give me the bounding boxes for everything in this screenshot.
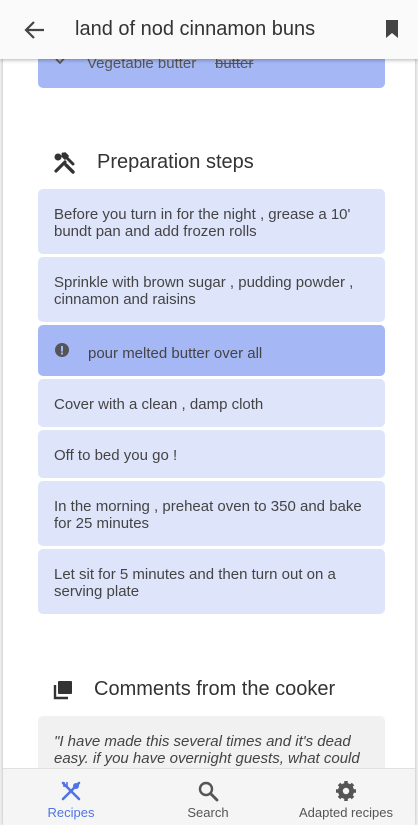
preparation-heading-text: Preparation steps bbox=[97, 151, 254, 173]
tools-icon bbox=[54, 151, 75, 174]
utensils-icon bbox=[61, 781, 81, 801]
step-6-text: In the morning , preheat oven to 350 and… bbox=[54, 498, 362, 532]
step-5[interactable]: Off to bed you go ! bbox=[38, 430, 385, 478]
step-1[interactable]: Before you turn in for the night , greas… bbox=[38, 189, 385, 254]
nav-adapted-recipes[interactable]: Adapted recipes bbox=[277, 769, 415, 825]
recipe-card: Vegetable butter butter Preparation step… bbox=[3, 0, 415, 825]
gear-icon bbox=[336, 781, 356, 801]
comments-icon bbox=[53, 680, 72, 699]
alert-icon bbox=[55, 343, 69, 357]
step-7[interactable]: Let sit for 5 minutes and then turn out … bbox=[38, 549, 385, 614]
step-4-text: Cover with a clean , damp cloth bbox=[54, 396, 264, 413]
nav-adapted-recipes-label: Adapted recipes bbox=[299, 805, 393, 820]
step-2[interactable]: Sprinkle with brown sugar , pudding powd… bbox=[38, 257, 385, 322]
step-5-text: Off to bed you go ! bbox=[54, 447, 178, 464]
step-1-text: Before you turn in for the night , greas… bbox=[54, 206, 351, 240]
nav-search[interactable]: Search bbox=[139, 769, 277, 825]
arrow-left-icon[interactable] bbox=[24, 20, 46, 40]
search-icon bbox=[198, 781, 219, 802]
page-title: land of nod cinnamon buns bbox=[75, 18, 316, 40]
step-3[interactable]: pour melted butter over all bbox=[38, 325, 385, 376]
comments-heading-text: Comments from the cooker bbox=[94, 678, 336, 700]
nav-recipes[interactable]: Recipes bbox=[3, 769, 139, 825]
nav-recipes-label: Recipes bbox=[47, 805, 95, 820]
preparation-heading: Preparation steps bbox=[53, 151, 254, 174]
step-4[interactable]: Cover with a clean , damp cloth bbox=[38, 379, 385, 427]
nav-search-label: Search bbox=[187, 805, 229, 820]
step-7-text: Let sit for 5 minutes and then turn out … bbox=[54, 566, 336, 600]
app-bar: land of nod cinnamon buns bbox=[0, 0, 418, 59]
step-3-text: pour melted butter over all bbox=[88, 345, 263, 362]
bottom-navigation: Recipes Search Adapted recipes bbox=[3, 768, 415, 825]
step-2-text: Sprinkle with brown sugar , pudding powd… bbox=[54, 274, 354, 308]
step-6[interactable]: In the morning , preheat oven to 350 and… bbox=[38, 481, 385, 546]
comments-heading: Comments from the cooker bbox=[53, 678, 335, 701]
bookmark-icon[interactable] bbox=[385, 19, 399, 39]
